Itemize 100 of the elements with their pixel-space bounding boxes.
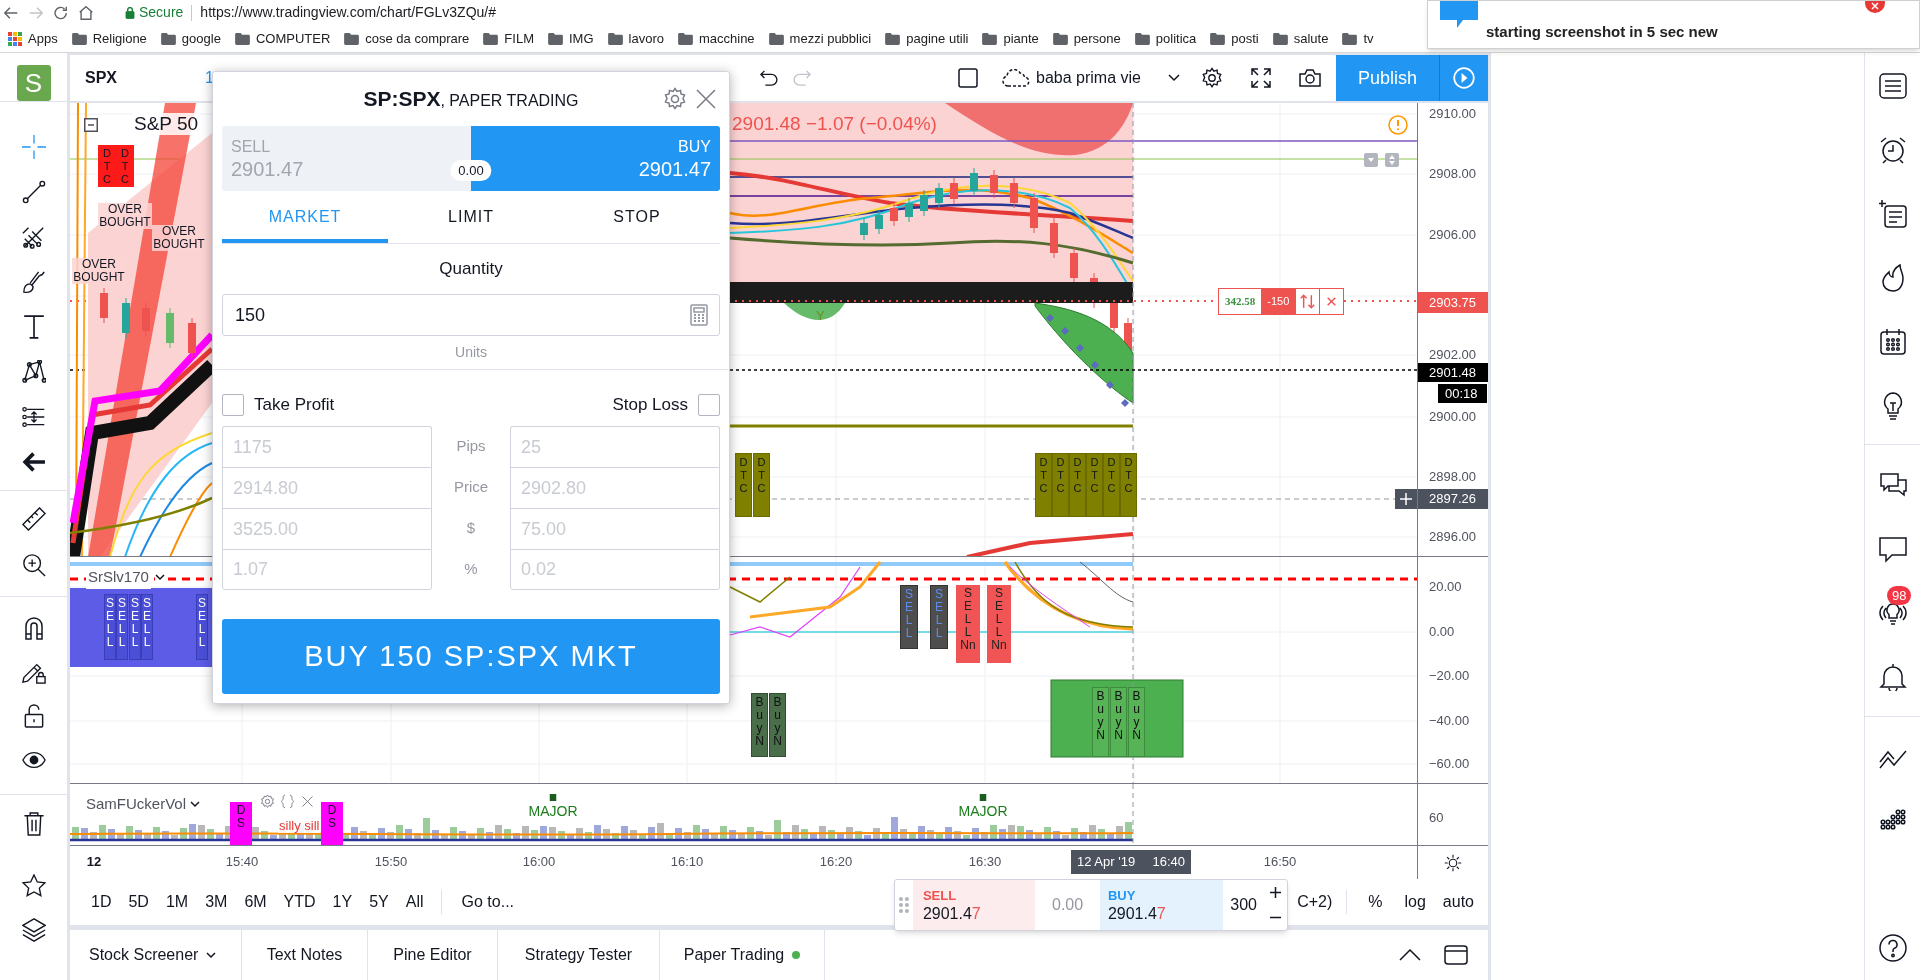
folder-icon[interactable]: [607, 32, 623, 45]
panel-tab[interactable]: Strategy Tester: [498, 930, 660, 980]
layers-icon[interactable]: [21, 918, 46, 942]
bookmark-link[interactable]: Apps: [28, 28, 58, 49]
panel-tab[interactable]: Paper Trading: [660, 930, 825, 980]
range-button[interactable]: All: [405, 890, 424, 914]
bookmark-link[interactable]: COMPUTER: [255, 28, 331, 49]
layout-name-button[interactable]: baba prima vie: [1036, 66, 1166, 90]
settings-icon[interactable]: [1201, 67, 1223, 89]
close-icon[interactable]: [1865, 1, 1885, 13]
reload-icon[interactable]: [54, 5, 68, 20]
collapse-icon[interactable]: [84, 118, 98, 132]
trend-line-icon[interactable]: [21, 179, 46, 204]
alarm-clock-icon[interactable]: [1878, 136, 1907, 164]
panel-tab[interactable]: Pine Editor: [368, 930, 498, 980]
caret-down-icon[interactable]: [154, 573, 165, 581]
zoom-in-icon[interactable]: [21, 553, 46, 577]
panel-tab[interactable]: Text Notes: [242, 930, 368, 980]
close-icon[interactable]: [696, 89, 716, 109]
symbol-button[interactable]: SPX: [85, 66, 125, 90]
bookmark-link[interactable]: salute: [1293, 28, 1329, 49]
range-button[interactable]: 1D: [91, 890, 112, 914]
rectangle-icon[interactable]: [958, 68, 978, 88]
folder-icon[interactable]: [768, 32, 784, 45]
help-icon[interactable]: [1878, 934, 1907, 962]
order-type-tab[interactable]: LIMIT: [388, 191, 554, 243]
window-icon[interactable]: [1444, 945, 1468, 965]
caret-down-icon[interactable]: [206, 951, 217, 959]
bookmark-link[interactable]: Religione: [92, 28, 147, 49]
panel-tab[interactable]: Stock Screener: [70, 930, 242, 980]
folder-icon[interactable]: [885, 32, 901, 45]
chevron-up-icon[interactable]: [1399, 949, 1421, 961]
ruler-icon[interactable]: [21, 507, 46, 531]
pattern-icon[interactable]: [21, 359, 46, 384]
checkbox[interactable]: [698, 393, 720, 416]
sell-button[interactable]: SELL 2901.47: [912, 880, 1036, 930]
range-button[interactable]: 1M: [165, 890, 189, 914]
bookmark-link[interactable]: IMG: [568, 28, 594, 49]
folder-icon[interactable]: [234, 32, 250, 45]
folder-icon[interactable]: [1272, 32, 1288, 45]
bookmark-link[interactable]: cose da comprare: [365, 28, 470, 49]
bookmark-link[interactable]: google: [181, 28, 221, 49]
folder-icon[interactable]: [160, 32, 176, 45]
range-button[interactable]: 1Y: [332, 890, 353, 914]
text-tool-icon[interactable]: [21, 314, 46, 339]
range-button[interactable]: YTD: [283, 890, 316, 914]
bookmark-link[interactable]: posti: [1231, 28, 1259, 49]
chat-bubble-icon[interactable]: [1878, 535, 1907, 563]
range-button[interactable]: 6M: [244, 890, 267, 914]
folder-icon[interactable]: [344, 32, 360, 45]
fullscreen-icon[interactable]: [1251, 68, 1271, 88]
quantity-field[interactable]: 150: [222, 294, 720, 336]
url-field[interactable]: https://www.tradingview.com/chart/FGLv3ZQu/#: [200, 2, 497, 23]
bookmark-link[interactable]: persone: [1073, 28, 1121, 49]
watchlist-icon[interactable]: [1878, 72, 1907, 100]
scale-button[interactable]: %: [1368, 890, 1383, 914]
buy-button[interactable]: BUY 2901.47: [1099, 880, 1224, 930]
undo-icon[interactable]: [758, 70, 778, 86]
range-button[interactable]: 3M: [205, 890, 228, 914]
bookmark-link[interactable]: FILM: [504, 28, 534, 49]
apps-grid-icon[interactable]: [8, 31, 22, 46]
order-line-label[interactable]: 342.58 -150: [1218, 288, 1345, 315]
range-button[interactable]: 5Y: [369, 890, 389, 914]
bookmark-link[interactable]: pagine utili: [906, 28, 969, 49]
trash-icon[interactable]: [21, 812, 46, 836]
go-to-button[interactable]: Go to...: [461, 890, 514, 914]
settings-icon[interactable]: [1444, 853, 1462, 872]
folder-icon[interactable]: [982, 32, 998, 45]
measure-lines-icon[interactable]: [21, 404, 46, 429]
calendar-icon[interactable]: [1878, 328, 1907, 356]
folder-icon[interactable]: [1210, 32, 1226, 45]
bookmark-link[interactable]: piante: [1003, 28, 1039, 49]
cloud-icon[interactable]: [1002, 69, 1030, 87]
bookmark-link[interactable]: macchine: [698, 28, 755, 49]
order-type-tab[interactable]: STOP: [554, 191, 720, 243]
camera-icon[interactable]: [1299, 69, 1321, 87]
chat-bubbles-icon[interactable]: [1878, 471, 1907, 499]
bookmark-link[interactable]: mezzi pubblici: [789, 28, 872, 49]
bookmark-link[interactable]: politica: [1155, 28, 1197, 49]
folder-icon[interactable]: [1342, 32, 1358, 45]
bookmark-link[interactable]: tv: [1363, 28, 1374, 49]
folder-icon[interactable]: [677, 32, 693, 45]
news-icon[interactable]: [1878, 200, 1907, 228]
folder-icon[interactable]: [71, 32, 87, 45]
folder-icon[interactable]: [1134, 32, 1150, 45]
quantity-field[interactable]: 300: [1223, 880, 1264, 930]
checkbox[interactable]: [222, 393, 244, 416]
folder-icon[interactable]: [483, 32, 499, 45]
caret-down-icon[interactable]: [190, 800, 201, 808]
back-icon[interactable]: [4, 5, 18, 20]
folder-icon[interactable]: [547, 32, 563, 45]
brush-icon[interactable]: [21, 269, 46, 294]
calculator-icon[interactable]: [690, 304, 708, 326]
folder-icon[interactable]: [1052, 32, 1068, 45]
scale-button[interactable]: auto: [1442, 890, 1474, 914]
bookmark-link[interactable]: lavoro: [628, 28, 664, 49]
play-icon[interactable]: [1439, 55, 1488, 101]
bell-icon[interactable]: [1878, 663, 1907, 691]
range-button[interactable]: 5D: [128, 890, 149, 914]
star-icon[interactable]: [21, 874, 46, 898]
